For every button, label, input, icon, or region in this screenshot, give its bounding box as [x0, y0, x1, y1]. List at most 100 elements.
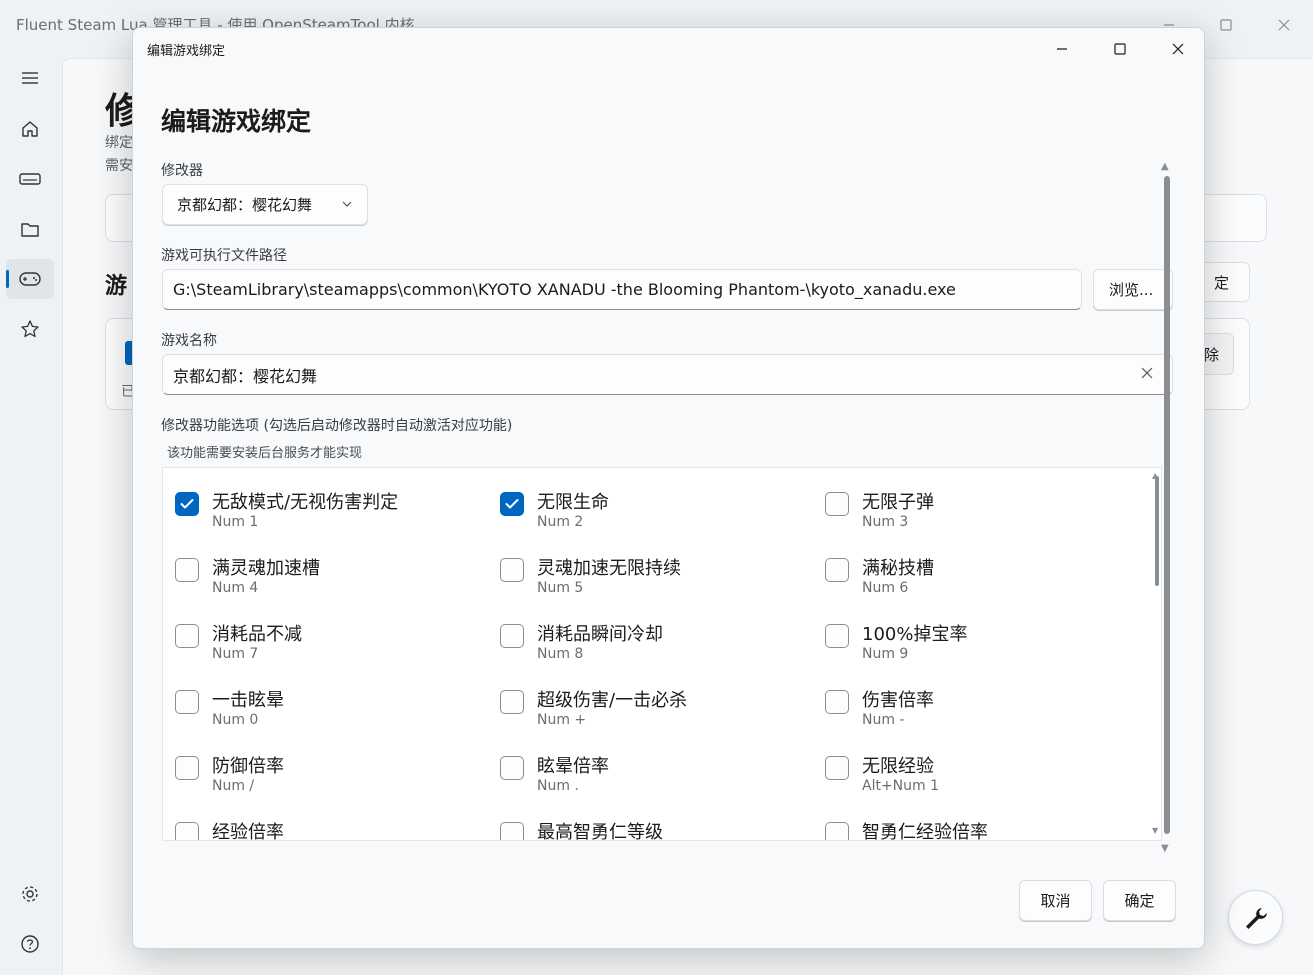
- sidebar: [0, 48, 60, 975]
- option-label: 灵魂加速无限持续: [537, 558, 681, 579]
- option-item[interactable]: 超级伤害/一击必杀 Num +: [500, 686, 820, 736]
- checkbox[interactable]: [500, 756, 524, 780]
- clear-name-button[interactable]: [1137, 363, 1157, 383]
- exe-path-label: 游戏可执行文件路径: [161, 248, 287, 264]
- option-label: 超级伤害/一击必杀: [537, 690, 688, 711]
- option-label: 无敌模式/无视伤害判定: [212, 492, 399, 513]
- checkbox[interactable]: [175, 558, 199, 582]
- trainer-label: 修改器: [161, 163, 203, 179]
- app-maximize-button[interactable]: [1211, 10, 1241, 40]
- option-item[interactable]: 眩晕倍率 Num .: [500, 752, 820, 802]
- option-label: 无限经验: [862, 756, 934, 777]
- game-name-input[interactable]: 京都幻都：樱花幻舞: [162, 354, 1173, 395]
- checkbox[interactable]: [825, 756, 849, 780]
- option-item[interactable]: 一击眩晕 Num 0: [175, 686, 495, 736]
- option-label: 经验倍率: [212, 822, 284, 841]
- option-label: 100%掉宝率: [862, 624, 968, 645]
- checkmark-icon: [505, 499, 519, 509]
- app-close-button[interactable]: [1269, 10, 1299, 40]
- options-label: 修改器功能选项 (勾选后启动修改器时自动激活对应功能): [161, 418, 513, 434]
- checkbox-checked[interactable]: [175, 492, 199, 516]
- checkbox[interactable]: [825, 690, 849, 714]
- sidebar-item-help[interactable]: [6, 924, 54, 964]
- option-hotkey: Num -: [862, 712, 905, 728]
- sidebar-item-settings[interactable]: [6, 874, 54, 914]
- close-icon: [1141, 367, 1153, 379]
- option-item[interactable]: 无限生命 Num 2: [500, 488, 820, 538]
- folder-icon: [21, 223, 39, 237]
- game-name-label: 游戏名称: [161, 333, 217, 349]
- option-label: 伤害倍率: [862, 690, 934, 711]
- option-item[interactable]: 经验倍率: [175, 818, 495, 841]
- option-hotkey: Num +: [537, 712, 587, 728]
- checkbox[interactable]: [175, 756, 199, 780]
- chevron-down-icon: [342, 201, 352, 207]
- option-item[interactable]: 伤害倍率 Num -: [825, 686, 1145, 736]
- checkbox[interactable]: [175, 624, 199, 648]
- checkbox[interactable]: [825, 558, 849, 582]
- outer-scroll-down-icon[interactable]: ▼: [1161, 843, 1169, 854]
- option-item[interactable]: 无敌模式/无视伤害判定 Num 1: [175, 488, 495, 538]
- option-hotkey: Num 4: [212, 580, 259, 596]
- maximize-icon: [1220, 19, 1232, 31]
- outer-scroll-up-icon[interactable]: ▲: [1161, 161, 1169, 172]
- trainer-options-panel: 无敌模式/无视伤害判定 Num 1 无限生命 Num 2 无限子弹 Num 3 满灵魂加速槽…: [162, 467, 1162, 841]
- dialog-maximize-button[interactable]: [1100, 34, 1140, 64]
- option-hotkey: Num 5: [537, 580, 584, 596]
- cancel-button[interactable]: 取消: [1019, 880, 1092, 921]
- option-item[interactable]: 100%掉宝率 Num 9: [825, 620, 1145, 670]
- checkbox[interactable]: [500, 624, 524, 648]
- option-label: 满灵魂加速槽: [212, 558, 320, 579]
- option-hotkey: Alt+Num 1: [862, 778, 940, 794]
- option-item[interactable]: 最高智勇仁等级: [500, 818, 820, 841]
- dialog-minimize-button[interactable]: [1042, 34, 1082, 64]
- dialog-close-button[interactable]: [1158, 34, 1198, 64]
- inner-scroll-down-icon[interactable]: ▼: [1152, 826, 1158, 835]
- checkbox[interactable]: [500, 822, 524, 840]
- option-label: 眩晕倍率: [537, 756, 609, 777]
- checkbox[interactable]: [500, 690, 524, 714]
- dialog-titlebar: 编辑游戏绑定: [133, 28, 1204, 70]
- star-icon: [21, 320, 39, 338]
- inner-scrollbar-thumb[interactable]: [1155, 476, 1159, 586]
- maximize-icon: [1114, 43, 1126, 55]
- close-icon: [1278, 19, 1290, 31]
- checkbox[interactable]: [175, 822, 199, 840]
- option-item[interactable]: 满秘技槽 Num 6: [825, 554, 1145, 604]
- tools-fab-button[interactable]: [1228, 890, 1283, 945]
- sidebar-item-home[interactable]: [6, 109, 54, 149]
- option-item[interactable]: 灵魂加速无限持续 Num 5: [500, 554, 820, 604]
- option-item[interactable]: 智勇仁经验倍率: [825, 818, 1145, 840]
- option-item[interactable]: 满灵魂加速槽 Num 4: [175, 554, 495, 604]
- sidebar-item-favorites[interactable]: [6, 309, 54, 349]
- sidebar-menu-button[interactable]: [6, 58, 54, 98]
- exe-path-input[interactable]: G:\SteamLibrary\steamapps\common\KYOTO X…: [162, 269, 1082, 310]
- option-label: 最高智勇仁等级: [537, 822, 663, 841]
- dialog-window-title: 编辑游戏绑定: [147, 44, 226, 59]
- option-hotkey: Num 8: [537, 646, 584, 662]
- option-hotkey: Num 6: [862, 580, 909, 596]
- option-label: 无限生命: [537, 492, 609, 513]
- checkbox-checked[interactable]: [500, 492, 524, 516]
- sidebar-item-games[interactable]: [6, 259, 54, 299]
- option-item[interactable]: 消耗品瞬间冷却 Num 8: [500, 620, 820, 670]
- option-item[interactable]: 无限经验 Alt+Num 1: [825, 752, 1145, 802]
- browse-button[interactable]: 浏览...: [1093, 269, 1173, 310]
- option-label: 无限子弹: [862, 492, 934, 513]
- option-item[interactable]: 无限子弹 Num 3: [825, 488, 1145, 538]
- settings-icon: [22, 886, 38, 902]
- option-hotkey: Num 3: [862, 514, 909, 530]
- option-item[interactable]: 防御倍率 Num /: [175, 752, 495, 802]
- option-item[interactable]: 消耗品不减 Num 7: [175, 620, 495, 670]
- checkbox[interactable]: [500, 558, 524, 582]
- sidebar-item-folder[interactable]: [6, 209, 54, 249]
- edit-binding-dialog: 编辑游戏绑定 编辑游戏绑定 修改器 京都幻都：樱花幻舞 游戏可执行文件路径 G:…: [132, 27, 1205, 949]
- sidebar-item-drive[interactable]: [6, 159, 54, 199]
- checkbox[interactable]: [175, 690, 199, 714]
- checkbox[interactable]: [825, 624, 849, 648]
- checkbox[interactable]: [825, 492, 849, 516]
- trainer-dropdown[interactable]: 京都幻都：樱花幻舞: [162, 184, 368, 225]
- ok-button[interactable]: 确定: [1103, 880, 1176, 921]
- checkbox[interactable]: [825, 822, 849, 840]
- outer-scrollbar-thumb[interactable]: [1164, 176, 1170, 834]
